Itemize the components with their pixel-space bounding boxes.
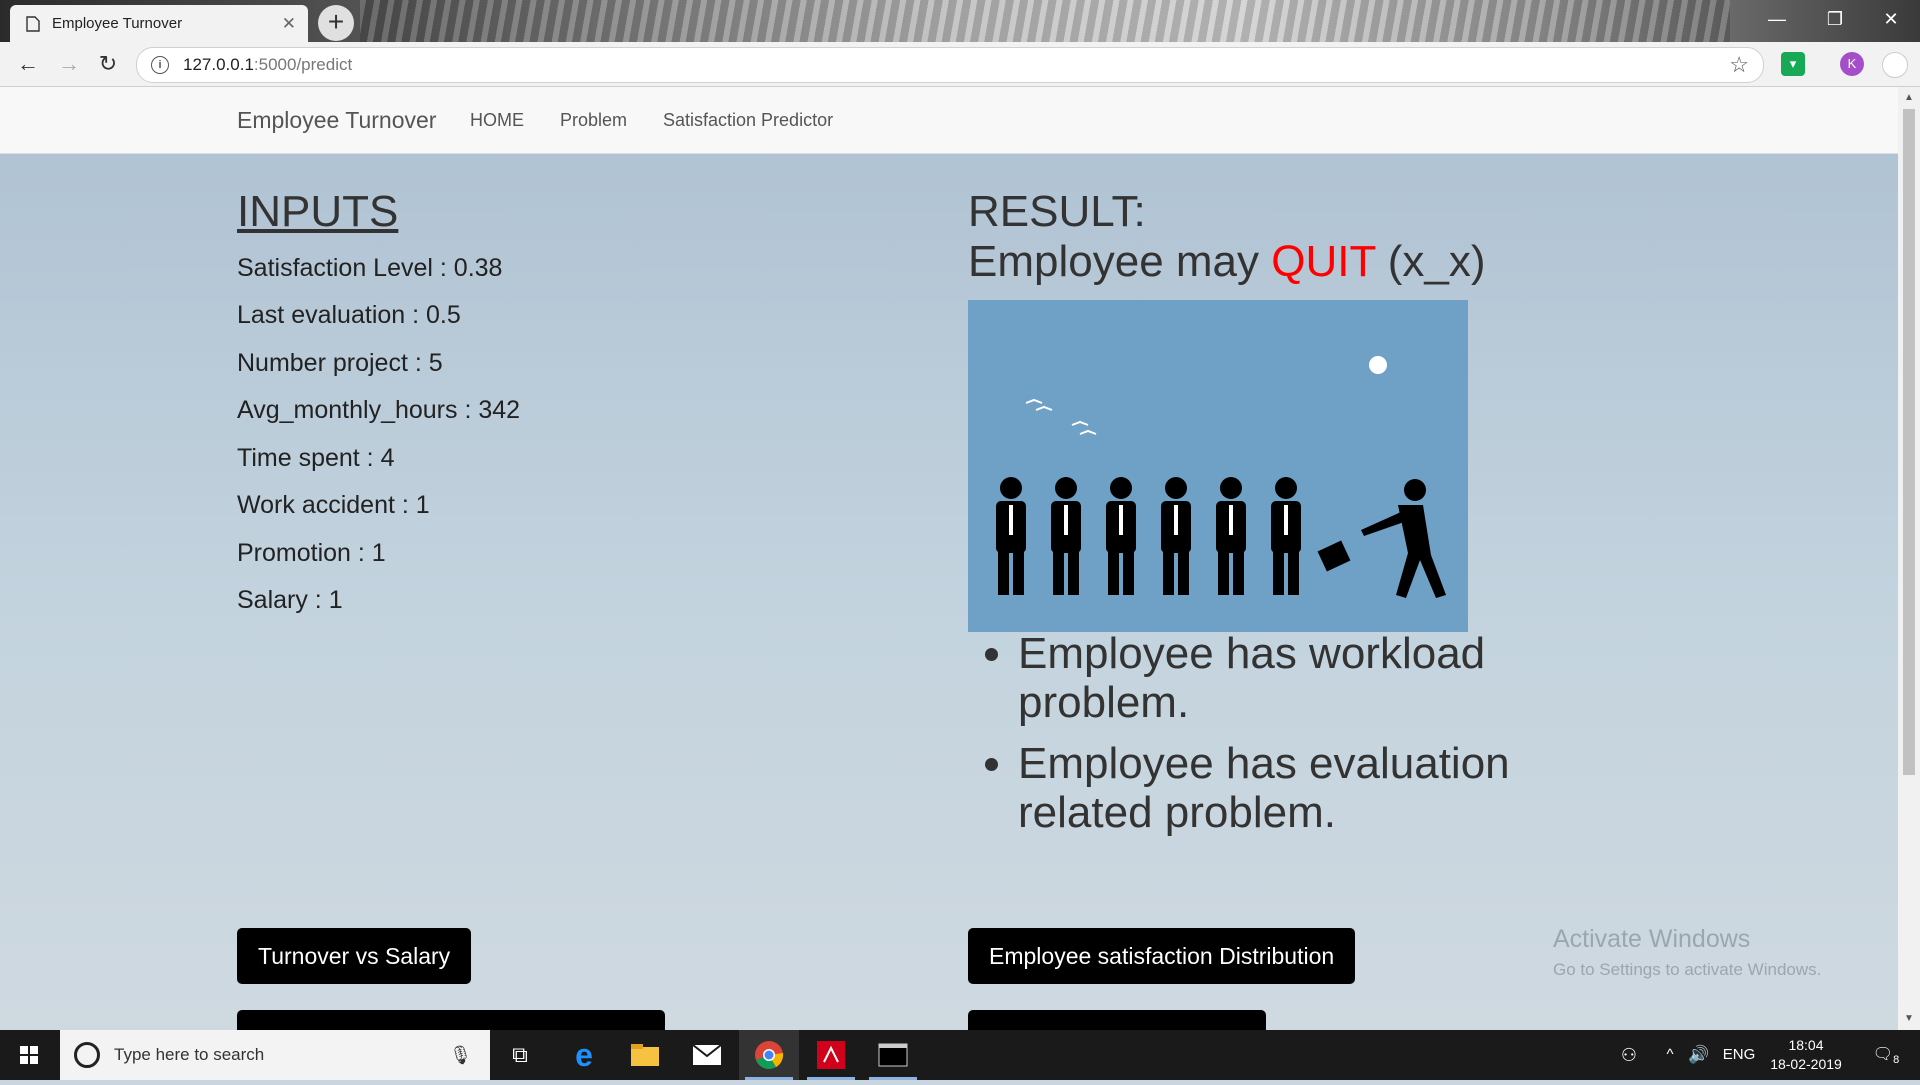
scroll-up-icon[interactable]: ▲ <box>1898 89 1920 107</box>
input-salary: Salary : 1 <box>237 586 343 614</box>
people-icon[interactable]: ⚇ <box>1614 1030 1644 1080</box>
input-work-accident: Work accident : 1 <box>237 491 430 519</box>
reason-item: Employee has workload problem. <box>1018 629 1638 727</box>
search-placeholder: Type here to search <box>114 1045 265 1064</box>
nav-link-satisfaction-predictor[interactable]: Satisfaction Predictor <box>663 110 833 131</box>
show-hidden-icons[interactable]: ^ <box>1658 1030 1682 1080</box>
clock-time: 18:04 <box>1788 1037 1824 1053</box>
satisfaction-distribution-button[interactable]: Employee satisfaction Distribution <box>968 928 1356 984</box>
employee-quitting-illustration <box>968 300 1468 632</box>
result-verdict-line: Employee may QUIT (x_x) <box>968 237 1486 286</box>
url-text: 127.0.0.1:5000/predict <box>183 55 353 74</box>
close-window-button[interactable]: ✕ <box>1862 0 1920 38</box>
turnover-vs-salary-button[interactable]: Turnover vs Salary <box>237 928 472 984</box>
windows-taskbar: Type here to search 🎙 ⧉ e ⚇ ^ 🔊 ENG 18:0… <box>0 1030 1920 1080</box>
file-explorer-icon[interactable] <box>615 1030 675 1080</box>
input-last-evaluation: Last evaluation : 0.5 <box>237 301 461 329</box>
verdict-quit: QUIT <box>1271 237 1376 286</box>
page-icon <box>26 15 40 32</box>
windows-start-icon[interactable] <box>0 1030 58 1080</box>
new-tab-button[interactable]: + <box>318 5 354 41</box>
taskbar-clock[interactable]: 18:04 18-02-2019 <box>1766 1036 1846 1074</box>
terminal-icon[interactable] <box>863 1030 923 1080</box>
input-satisfaction-level: Satisfaction Level : 0.38 <box>237 254 503 282</box>
inputs-heading: INPUTS <box>237 187 399 236</box>
mail-icon[interactable] <box>677 1030 737 1080</box>
browser-tab[interactable]: Employee Turnover ✕ <box>10 5 308 42</box>
nav-link-home[interactable]: HOME <box>470 110 524 131</box>
site-brand[interactable]: Employee Turnover <box>237 107 436 134</box>
site-navbar: Employee Turnover HOME Problem Satisfact… <box>0 87 1898 154</box>
input-promotion: Promotion : 1 <box>237 539 386 567</box>
forward-icon[interactable]: → <box>55 50 83 78</box>
browser-titlebar: Employee Turnover ✕ + — ❐ ✕ <box>0 0 1920 42</box>
site-info-icon[interactable]: i <box>151 56 169 74</box>
page-scrollbar[interactable]: ▲ ▼ <box>1898 87 1920 1030</box>
chart-button-partial-right[interactable] <box>968 1010 1266 1030</box>
scroll-down-icon[interactable]: ▼ <box>1898 1010 1920 1028</box>
chrome-icon[interactable] <box>739 1030 799 1080</box>
scrollbar-thumb[interactable] <box>1903 109 1915 775</box>
nav-link-problem[interactable]: Problem <box>560 110 627 131</box>
extension-cart-icon[interactable]: ▾ <box>1781 52 1805 76</box>
volume-icon[interactable]: 🔊 <box>1684 1030 1714 1080</box>
minimize-button[interactable]: — <box>1748 0 1806 38</box>
restore-button[interactable]: ❐ <box>1806 0 1864 38</box>
input-number-project: Number project : 5 <box>237 349 443 377</box>
taskbar-search[interactable]: Type here to search 🎙 <box>60 1030 490 1080</box>
tab-close-icon[interactable]: ✕ <box>282 14 296 34</box>
chart-button-partial-left[interactable] <box>237 1010 665 1030</box>
cortana-icon[interactable] <box>74 1042 100 1068</box>
clock-date: 18-02-2019 <box>1770 1056 1842 1072</box>
bookmark-star-icon[interactable]: ☆ <box>1729 52 1749 78</box>
edge-icon[interactable]: e <box>554 1030 614 1080</box>
browser-toolbar: ← → ↻ i 127.0.0.1:5000/predict ☆ ▾ K <box>0 42 1920 87</box>
reason-item: Employee has evaluation related problem. <box>1018 739 1638 837</box>
notification-count: 8 <box>1893 1054 1900 1067</box>
theme-background <box>360 0 1730 42</box>
notification-center-icon[interactable]: 🗨8 <box>1866 1030 1906 1080</box>
reload-icon[interactable]: ↻ <box>94 50 122 78</box>
input-time-spent: Time spent : 4 <box>237 444 395 472</box>
address-bar[interactable]: i 127.0.0.1:5000/predict ☆ <box>136 47 1764 83</box>
profile-avatar[interactable]: K <box>1840 52 1864 76</box>
back-icon[interactable]: ← <box>14 50 42 78</box>
microphone-icon[interactable]: 🎙 <box>449 1045 472 1066</box>
input-avg-monthly-hours: Avg_monthly_hours : 342 <box>237 396 521 424</box>
activate-windows-watermark: Activate Windows Go to Settings to activ… <box>1553 925 1822 979</box>
task-view-icon[interactable]: ⧉ <box>490 1030 550 1080</box>
menu-icon[interactable] <box>1882 52 1908 78</box>
web-page: Employee Turnover HOME Problem Satisfact… <box>0 87 1898 1030</box>
language-indicator[interactable]: ENG <box>1718 1030 1760 1080</box>
acrobat-icon[interactable] <box>801 1030 861 1080</box>
tab-title: Employee Turnover <box>52 15 183 32</box>
reasons-list: Employee has workload problem. Employee … <box>968 629 1638 849</box>
result-heading: RESULT: <box>968 187 1146 236</box>
